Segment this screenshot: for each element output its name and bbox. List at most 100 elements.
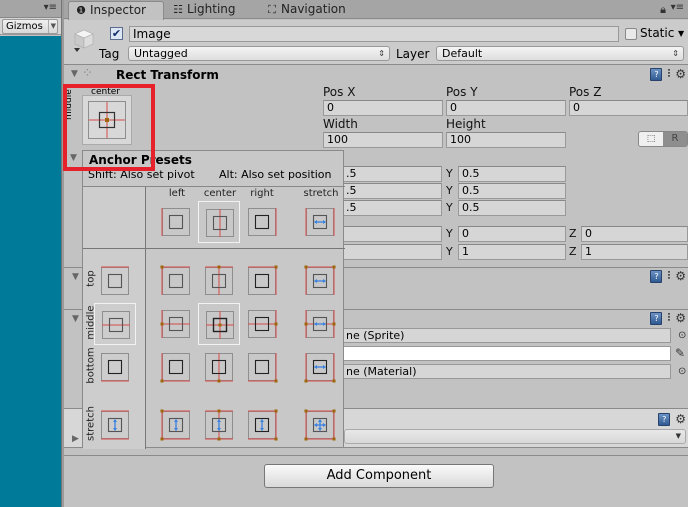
name-field[interactable]: Image [129, 26, 619, 42]
anchor-preset-icon [248, 409, 278, 441]
pos-z-field[interactable]: 0 [569, 100, 688, 116]
anchor-preset-bottom-left[interactable] [155, 346, 197, 388]
object-picker-icon[interactable]: ⊙ [678, 330, 686, 341]
help-book-icon[interactable]: ? [650, 269, 663, 283]
static-dropdown-icon[interactable]: ▼ [678, 29, 684, 38]
anchor-min-x-field[interactable]: .5 [342, 166, 442, 182]
anchor-preset-stretch-any[interactable] [94, 404, 136, 446]
tag-value: Untagged [134, 47, 188, 60]
fold-triangle-icon[interactable]: ▼ [70, 153, 77, 163]
anchor-preset-top-stretch[interactable] [299, 260, 341, 302]
gear-icon[interactable]: ⚙ [675, 412, 686, 426]
anchor-preset-middle-center[interactable] [198, 303, 240, 345]
anchor-preset-top-left[interactable] [155, 260, 197, 302]
material-field[interactable]: ne (Material) [342, 364, 671, 379]
anchor-preset-button[interactable] [82, 95, 132, 145]
anchor-preset-middle-left[interactable] [155, 303, 197, 345]
blueprint-mode-button[interactable]: ⬚ [639, 132, 663, 146]
object-picker-icon[interactable]: ⊙ [678, 366, 686, 377]
updown-arrow-icon: ⇕ [672, 49, 679, 58]
anchor-preset-top-center[interactable] [198, 260, 240, 302]
tag-dropdown[interactable]: Untagged ⇕ [128, 46, 390, 61]
scale-z-field[interactable]: 1 [581, 244, 688, 260]
tab-navigation[interactable]: ⛶ Navigation [260, 1, 370, 19]
gizmos-button[interactable]: Gizmos ▼ [2, 19, 58, 34]
height-field[interactable]: 100 [446, 132, 566, 148]
fold-triangle-icon[interactable]: ▶ [72, 434, 79, 444]
gear-icon[interactable]: ⚙ [675, 67, 686, 81]
blueprint-raw-toggle: ⬚ R [638, 131, 688, 147]
gameobject-cube-icon[interactable] [72, 28, 96, 54]
anchor-preset-any-stretch[interactable] [299, 201, 341, 243]
raw-edit-button[interactable]: R [663, 132, 687, 146]
rotation-z-field[interactable]: 0 [581, 226, 688, 242]
anchor-preset-icon [205, 265, 233, 295]
layer-dropdown[interactable]: Default ⇕ [436, 46, 684, 61]
width-field[interactable]: 100 [323, 132, 443, 148]
z-axis-label: Z [569, 227, 577, 240]
scale-x-field[interactable] [342, 244, 442, 260]
scene-view[interactable] [0, 36, 61, 507]
lock-icon[interactable]: 🔒︎ [660, 3, 666, 17]
anchor-preset-icon [160, 265, 190, 295]
anchor-preset-stretch-center[interactable] [198, 404, 240, 446]
color-field[interactable] [342, 346, 671, 361]
gear-icon[interactable]: ⚙ [675, 311, 686, 325]
gizmos-label: Gizmos [6, 21, 43, 32]
anchor-preset-icon [206, 311, 234, 339]
anchor-preset-any-left[interactable] [155, 201, 197, 243]
rotation-x-field[interactable] [342, 226, 442, 242]
tab-inspector[interactable]: ❶ Inspector [68, 1, 164, 20]
anchor-preset-bottom-right[interactable] [241, 346, 283, 388]
help-book-icon[interactable]: ? [650, 311, 663, 325]
source-image-field[interactable]: ne (Sprite) [342, 328, 671, 343]
anchor-preset-any-right[interactable] [241, 201, 283, 243]
gizmos-bar: Gizmos ▼ [0, 18, 63, 35]
pivot-x-field[interactable]: .5 [342, 200, 442, 216]
active-checkbox[interactable]: ✔ [110, 27, 123, 40]
preset-sliders-icon[interactable]: ⫶ [667, 311, 670, 325]
panel-menu-icon[interactable]: ▾≡ [44, 2, 57, 13]
static-checkbox[interactable] [625, 28, 637, 40]
pos-x-field[interactable]: 0 [323, 100, 443, 116]
anchor-preset-top-right[interactable] [241, 260, 283, 302]
updown-arrow-icon: ⇕ [378, 49, 385, 58]
pos-y-field[interactable]: 0 [446, 100, 566, 116]
help-book-icon[interactable]: ? [650, 67, 663, 81]
anchor-preset-top-any[interactable] [94, 260, 136, 302]
panel-menu-icon[interactable]: ▾≡ [671, 2, 684, 13]
anchor-preset-bottom-any[interactable] [94, 346, 136, 388]
anchor-preset-icon [304, 265, 336, 295]
help-book-icon[interactable]: ? [658, 412, 671, 426]
preset-sliders-icon[interactable]: ⫶ [667, 67, 670, 81]
gear-icon[interactable]: ⚙ [675, 269, 686, 283]
divider [83, 248, 345, 249]
preset-sliders-icon[interactable]: ⫶ [667, 269, 670, 283]
eyedropper-icon[interactable]: ✎ [675, 346, 685, 360]
anchor-preset-stretch-stretch[interactable] [299, 404, 341, 446]
navigation-icon: ⛶ [268, 3, 276, 16]
anchor-preset-bottom-stretch[interactable] [299, 346, 341, 388]
chevron-down-icon[interactable]: ▼ [47, 20, 56, 33]
z-axis-label: Z [569, 245, 577, 258]
scale-y-field[interactable]: 1 [458, 244, 566, 260]
anchor-preset-middle-any[interactable] [94, 303, 136, 345]
anchor-preset-stretch-left[interactable] [155, 404, 197, 446]
script-dropdown[interactable]: ▼ [344, 429, 686, 444]
tab-lighting[interactable]: ☷ Lighting [166, 1, 258, 19]
add-component-button[interactable]: Add Component [264, 464, 494, 488]
anchor-preset-middle-stretch[interactable] [299, 303, 341, 345]
pivot-y-field[interactable]: 0.5 [458, 200, 566, 216]
rotation-y-field[interactable]: 0 [458, 226, 566, 242]
column-label-right: right [250, 188, 274, 199]
anchor-preset-bottom-center[interactable] [198, 346, 240, 388]
anchor-preset-middle-right[interactable] [241, 303, 283, 345]
height-label: Height [446, 117, 486, 131]
anchor-min-y-field[interactable]: 0.5 [458, 166, 566, 182]
anchor-preset-stretch-right[interactable] [241, 404, 283, 446]
anchor-max-y-field[interactable]: 0.5 [458, 183, 566, 199]
anchor-max-x-field[interactable]: .5 [342, 183, 442, 199]
anchor-preset-icon [82, 95, 132, 145]
y-axis-label: Y [446, 184, 453, 197]
anchor-preset-any-center[interactable] [198, 201, 240, 243]
